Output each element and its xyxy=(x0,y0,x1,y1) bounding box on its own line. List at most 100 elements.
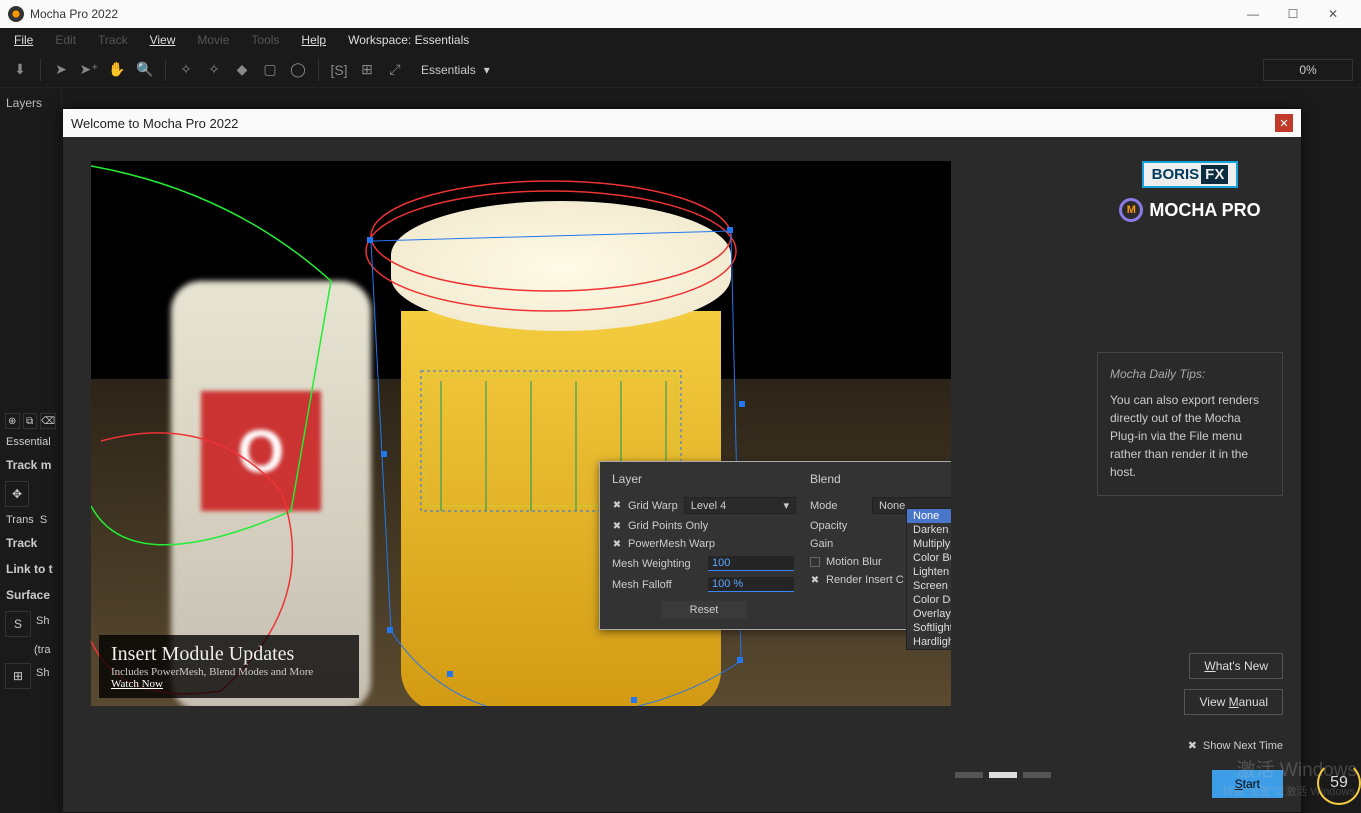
menu-help[interactable]: Help xyxy=(293,31,334,49)
chevron-down-icon: ▾ xyxy=(783,499,789,512)
chevron-down-icon: ▾ xyxy=(484,63,490,77)
render-insert-label: Render Insert C xyxy=(826,574,904,586)
mesh-falloff-input[interactable]: 100 % xyxy=(708,577,794,592)
sh2-label: Sh xyxy=(34,663,51,689)
render-insert-checkbox[interactable] xyxy=(810,575,820,585)
mode-option[interactable]: Color Dodge xyxy=(907,593,951,607)
mode-option[interactable]: Softlight xyxy=(907,621,951,635)
carousel-dot[interactable] xyxy=(989,772,1017,778)
app-logo-icon xyxy=(8,6,24,22)
menu-view[interactable]: View xyxy=(142,31,184,49)
workspace-dropdown[interactable]: Essentials ▾ xyxy=(411,61,500,79)
corner-badge: 59 xyxy=(1317,761,1361,805)
caption-subtitle: Includes PowerMesh, Blend Modes and More xyxy=(111,666,347,678)
mesh-weighting-label: Mesh Weighting xyxy=(612,558,702,570)
tips-body: You can also export renders directly out… xyxy=(1110,391,1270,481)
essentials-label: Essential xyxy=(4,432,57,452)
hero-image: O Insert Module Updates Includes PowerMe… xyxy=(91,161,951,706)
opacity-label: Opacity xyxy=(810,520,847,532)
zoom-icon[interactable]: 🔍 xyxy=(133,58,157,82)
mode-option[interactable]: Screen xyxy=(907,579,951,593)
grid-warp-checkbox[interactable] xyxy=(612,501,622,511)
mode-dropdown-list[interactable]: None Darken Multiply Color Burn Lighten … xyxy=(906,508,951,650)
menu-file[interactable]: File xyxy=(6,31,41,49)
hero-caption: Insert Module Updates Includes PowerMesh… xyxy=(99,635,359,698)
powermesh-label: PowerMesh Warp xyxy=(628,538,715,550)
blend-section-header: Blend xyxy=(810,472,951,486)
tips-title: Mocha Daily Tips: xyxy=(1110,367,1270,381)
grid-points-checkbox[interactable] xyxy=(612,521,622,531)
grid-warp-label: Grid Warp xyxy=(628,500,678,512)
progress-indicator: 0% xyxy=(1263,59,1353,81)
layer-del-icon[interactable]: ⌫ xyxy=(40,413,56,429)
link-label: Link to t xyxy=(4,556,57,582)
gain-label: Gain xyxy=(810,538,833,550)
track-label: Track xyxy=(4,530,57,556)
minimize-button[interactable]: — xyxy=(1233,0,1273,28)
menu-tools[interactable]: Tools xyxy=(243,31,287,49)
left-sidebar: Layers ⊕ ⧉ ⌫ Essential Track m ✥ Trans S… xyxy=(0,88,62,813)
title-bar: Mocha Pro 2022 — ☐ ✕ xyxy=(0,0,1361,28)
layer-blend-panel: Layer Grid Warp Level 4▾ Grid Points Onl… xyxy=(599,461,951,630)
mesh-weighting-input[interactable]: 100 xyxy=(708,556,794,571)
menu-workspace[interactable]: Workspace: Essentials xyxy=(340,31,477,49)
caption-title: Insert Module Updates xyxy=(111,643,347,666)
grid-icon[interactable]: ⊞ xyxy=(355,58,379,82)
close-button[interactable]: ✕ xyxy=(1313,0,1353,28)
carousel-dots xyxy=(955,772,1051,778)
mask-icon[interactable]: ◆ xyxy=(230,58,254,82)
grid-warp-level-dropdown[interactable]: Level 4▾ xyxy=(684,497,796,514)
maximize-button[interactable]: ☐ xyxy=(1273,0,1313,28)
menu-movie[interactable]: Movie xyxy=(189,31,237,49)
carousel-dot[interactable] xyxy=(955,772,983,778)
trans-label: Trans xyxy=(6,514,34,526)
translate-icon[interactable]: ✥ xyxy=(5,481,29,507)
menu-edit[interactable]: Edit xyxy=(47,31,84,49)
welcome-title: Welcome to Mocha Pro 2022 xyxy=(71,116,238,131)
mode-option[interactable]: Darken xyxy=(907,523,951,537)
surface-grid-icon[interactable]: ⊞ xyxy=(5,663,31,689)
show-next-checkbox[interactable]: ✖ xyxy=(1188,739,1197,752)
mode-option[interactable]: Lighten xyxy=(907,565,951,579)
whats-new-button[interactable]: What's New xyxy=(1189,653,1283,679)
pointer-plus-icon[interactable]: ➤⁺ xyxy=(77,58,101,82)
track-motion-label: Track m xyxy=(4,452,57,478)
spline-x-icon[interactable]: ✧ xyxy=(174,58,198,82)
powermesh-checkbox[interactable] xyxy=(612,539,622,549)
welcome-close-button[interactable]: ✕ xyxy=(1275,114,1293,132)
start-button[interactable]: Start xyxy=(1212,770,1283,798)
tra-label: (tra xyxy=(4,640,57,660)
ellipse-x-icon[interactable]: ◯ xyxy=(286,58,310,82)
hand-icon[interactable]: ✋ xyxy=(105,58,129,82)
surface-s-icon[interactable]: S xyxy=(5,611,31,637)
motion-blur-label: Motion Blur xyxy=(826,556,882,568)
welcome-header: Welcome to Mocha Pro 2022 ✕ xyxy=(63,109,1301,137)
mode-option[interactable]: Overlay xyxy=(907,607,951,621)
reset-button[interactable]: Reset xyxy=(661,601,747,619)
motion-blur-checkbox[interactable] xyxy=(810,557,820,567)
view-manual-button[interactable]: View Manual xyxy=(1184,689,1283,715)
rect-x-icon[interactable]: ▢ xyxy=(258,58,282,82)
mocha-ring-icon: M xyxy=(1119,198,1143,222)
expand-icon[interactable]: ⤢ xyxy=(383,58,407,82)
mode-option[interactable]: Multiply xyxy=(907,537,951,551)
surf-s-icon[interactable]: [S] xyxy=(327,58,351,82)
borisfx-logo: BORISFX xyxy=(1142,161,1239,188)
mode-option[interactable]: None xyxy=(907,509,951,523)
mochapro-logo: MMOCHA PRO xyxy=(1097,198,1283,222)
layer-add-icon[interactable]: ⊕ xyxy=(5,413,20,429)
spline-b-icon[interactable]: ✧ xyxy=(202,58,226,82)
carousel-dot[interactable] xyxy=(1023,772,1051,778)
menu-track[interactable]: Track xyxy=(90,31,136,49)
toolbar: ⬇ ➤ ➤⁺ ✋ 🔍 ✧ ✧ ◆ ▢ ◯ [S] ⊞ ⤢ Essentials … xyxy=(0,52,1361,88)
grid-points-label: Grid Points Only xyxy=(628,520,708,532)
layers-panel-header: Layers xyxy=(4,94,57,120)
caption-link[interactable]: Watch Now xyxy=(111,678,347,690)
save-icon[interactable]: ⬇ xyxy=(8,58,32,82)
layer-dup-icon[interactable]: ⧉ xyxy=(23,413,38,429)
mode-option[interactable]: Color Burn xyxy=(907,551,951,565)
welcome-dialog: Welcome to Mocha Pro 2022 ✕ O xyxy=(62,108,1302,813)
pointer-icon[interactable]: ➤ xyxy=(49,58,73,82)
layer-section-header: Layer xyxy=(612,472,796,486)
mode-option[interactable]: Hardlight xyxy=(907,635,951,649)
